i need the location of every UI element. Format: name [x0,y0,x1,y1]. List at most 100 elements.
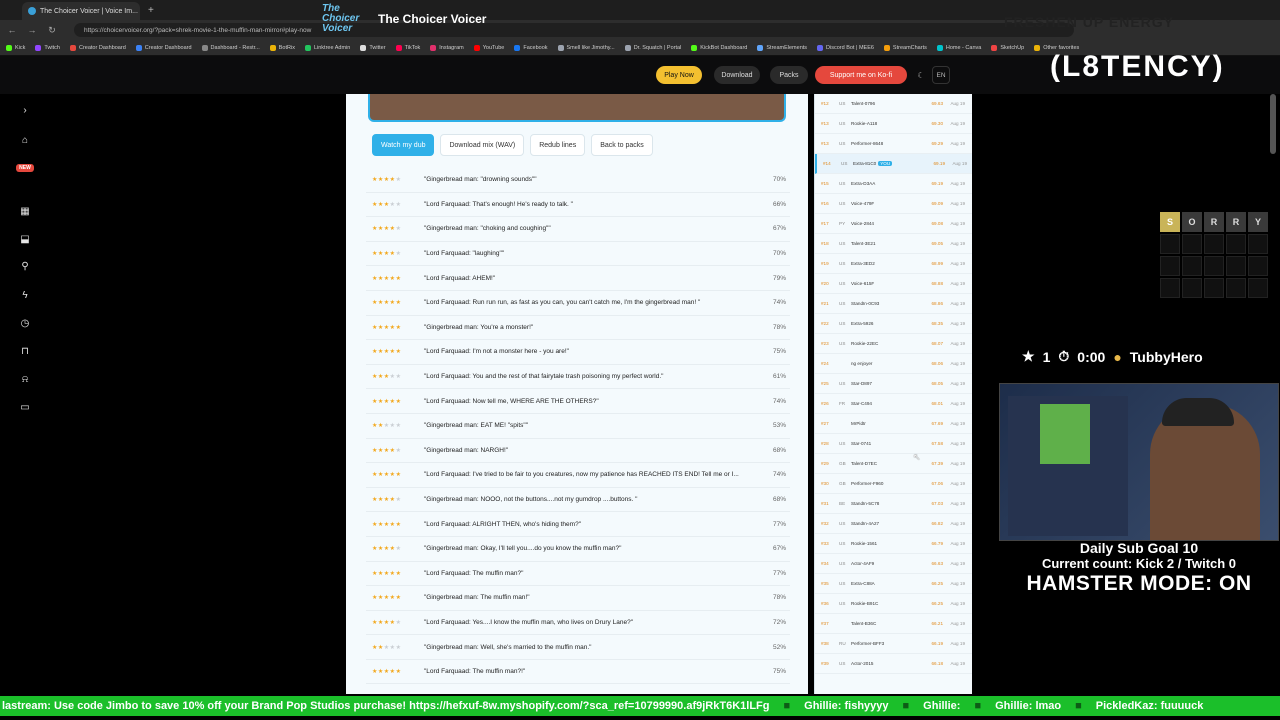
bookmark-item[interactable]: Twitter [360,44,386,51]
leaderboard-row[interactable]: #13 US Performer-8648 69.29 Aug 19 [815,134,972,154]
leaderboard-row[interactable]: #27 MrPidtr 67.69 Aug 19 [815,414,972,434]
bell-icon[interactable]: ⍾ [18,373,32,387]
home-icon[interactable]: ⌂ [18,134,32,148]
leaderboard-row[interactable]: #14 US Extra-81C0 YOU 69.19 Aug 19 [815,154,972,174]
url-field[interactable]: https://choicervoicer.org/?pack=shrek-mo… [74,23,1074,37]
grid-icon[interactable]: ▦ [18,205,32,219]
leaderboard-row[interactable]: #18 US Talent-3E21 69.05 Aug 19 [815,234,972,254]
leaderboard-row[interactable]: #30 GB Performer-F960 67.06 Aug 19 [815,474,972,494]
watch-my-dub-button[interactable]: Watch my dub [372,134,435,156]
leaderboard-row[interactable]: #35 US Extra-C88A 66.25 Aug 19 [815,574,972,594]
bookmark-item[interactable]: Instagram [430,44,464,51]
bookmark-item[interactable]: Creator Dashboard [135,44,192,51]
bookmark-item[interactable]: StreamCharts [883,44,927,51]
leaderboard-row[interactable]: #33 US Rookie-1561 66.79 Aug 19 [815,534,972,554]
bookmark-item[interactable]: Home - Canva [936,44,981,51]
leaderboard-row[interactable]: #36 US Rookie-B91C 66.25 Aug 19 [815,594,972,614]
bookmark-item[interactable]: Twitch [35,44,60,51]
bookmark-item[interactable]: Dr. Squatch | Portal [624,44,681,51]
line-row[interactable]: ★★★★★ "Gingerbread man: NOOO, not the but… [366,488,790,513]
bookmark-item[interactable]: KickBot Dashboard [691,44,747,51]
bookmark-item[interactable]: TikTok [395,44,420,51]
leaderboard-row[interactable]: #21 US StandIn-0C93 68.86 Aug 19 [815,294,972,314]
kofi-support-button[interactable]: Support me on Ko-fi [815,66,907,84]
leaderboard-row[interactable]: #28 US Star-0741 67.58 Aug 19 [815,434,972,454]
leaderboard-row[interactable]: #29 GB Talent-D7EC 67.39 Aug 19 [815,454,972,474]
line-row[interactable]: ★★★★★ "Gingerbread man: NARGH!" 68% [366,439,790,464]
bookmark-item[interactable]: Discord Bot | MEE6 [817,44,874,51]
expand-sidebar-icon[interactable]: › [18,104,32,118]
leaderboard-row[interactable]: #24 ng enjoyer 68.06 Aug 19 [815,354,972,374]
line-row[interactable]: ★★★★★ "Lord Farquaad: ALRIGHT THEN, who's… [366,512,790,537]
download-mix-button[interactable]: Download mix (WAV) [440,134,525,156]
line-row[interactable]: ★★★★★ "Lord Farquaad: AHEM!" 79% [366,266,790,291]
redub-lines-button[interactable]: Redub lines [530,134,586,156]
leaderboard-row[interactable]: #25 US Star-D897 68.05 Aug 19 [815,374,972,394]
leaderboard-row[interactable]: #23 US Rookie-22EC 68.07 Aug 19 [815,334,972,354]
packs-nav-button[interactable]: Packs [770,66,808,84]
browser-tab[interactable]: The Choicer Voicer | Voice Im... × [22,2,140,20]
line-row[interactable]: ★★★★★ "Lord Farquaad: I've tried to be fa… [366,463,790,488]
line-row[interactable]: ★★★★★ "Lord Farquaad: The muffin man?!" 75… [366,660,790,685]
leaderboard-row[interactable]: #13 US Rookie-A118 69.30 Aug 19 [815,114,972,134]
bookmark-item[interactable]: Facebook [514,44,548,51]
line-row[interactable]: ★★★★★ "Gingerbread man: Well, she's marri… [366,635,790,660]
line-row[interactable]: ★★★★★ "Lord Farquaad: Run run run, as fas… [366,291,790,316]
reload-icon[interactable]: ↻ [46,25,58,36]
line-row[interactable]: ★★★★★ "Gingerbread man: Okay, I'll tell y… [366,537,790,562]
bolt-icon[interactable]: ϟ [18,289,32,303]
leaderboard-row[interactable]: #17 PY Voice-2844 69.08 Aug 19 [815,214,972,234]
line-row[interactable]: ★★★★★ "Lord Farquaad: The muffin man?" 77% [366,562,790,587]
new-tab-icon[interactable]: + [148,5,154,16]
download-nav-button[interactable]: Download [714,66,760,84]
line-row[interactable]: ★★★★★ "Lord Farquaad: "laughing"" 70% [366,242,790,267]
forward-arrow-icon[interactable]: → [26,25,38,35]
bookmark-item[interactable]: Dashboard - Restr... [201,44,260,51]
language-selector[interactable]: EN [932,66,950,84]
site-title[interactable]: The Choicer Voicer [378,12,486,26]
leaderboard-row[interactable]: #22 US Extra-5926 68.35 Aug 19 [815,314,972,334]
leaderboard-row[interactable]: #20 US Voice-615F 68.88 Aug 19 [815,274,972,294]
play-now-button[interactable]: Play Now [656,66,702,84]
line-row[interactable]: ★★★★★ "Gingerbread man: You're a monster!… [366,316,790,341]
leaderboard-row[interactable]: #12 US Talent-0796 69.63 Aug 19 [815,94,972,114]
theme-toggle-icon[interactable]: ☾ [914,66,928,84]
history-icon[interactable]: ◷ [18,317,32,331]
bookmark-item[interactable]: BotRix [269,44,295,51]
line-row[interactable]: ★★★★★ "Lord Farquaad: I'm not a monster h… [366,340,790,365]
line-row[interactable]: ★★★★★ "Gingerbread man: "choking and coug… [366,217,790,242]
leaderboard-row[interactable]: #37 Talent-B36C 66.21 Aug 19 [815,614,972,634]
run-icon[interactable]: ⚲ [18,260,32,274]
bookmark-item[interactable]: SketchUp [991,44,1024,51]
bookmark-item[interactable]: Creator Dashboard [69,44,126,51]
inbox-icon[interactable]: ⬓ [18,233,32,247]
back-arrow-icon[interactable]: ← [6,25,18,35]
leaderboard-row[interactable]: #19 US Extra-3ED2 68.99 Aug 19 [815,254,972,274]
leaderboard-row[interactable]: #26 FR Star-C494 68.01 Aug 19 [815,394,972,414]
bookmark-item[interactable]: Smell like Jimothy... [557,44,615,51]
line-row[interactable]: ★★★★★ "Lord Farquaad: You and the rest of… [366,365,790,390]
book-icon[interactable]: ▭ [18,401,32,415]
leaderboard-row[interactable]: #39 US Actor-2015 66.18 Aug 19 [815,654,972,674]
bookmark-item[interactable]: StreamElements [757,44,807,51]
line-row[interactable]: ★★★★★ "Gingerbread man: The muffin man!" 7… [366,586,790,611]
leaderboard-row[interactable]: #34 US Actor-4AF9 66.63 Aug 19 [815,554,972,574]
leaderboard-row[interactable]: #38 RU Performer-BFF3 66.19 Aug 19 [815,634,972,654]
leaderboard-row[interactable]: #32 US StandIn-4A27 66.82 Aug 19 [815,514,972,534]
line-row[interactable]: ★★★★★ "Lord Farquaad: That's enough! He's… [366,193,790,218]
leaderboard-row[interactable]: #31 BE StandIn-5C78 67.03 Aug 19 [815,494,972,514]
line-row[interactable]: ★★★★★ "Gingerbread man: "drowning sounds"… [366,168,790,193]
page-scrollbar[interactable] [1270,94,1276,154]
leaderboard-row[interactable]: #16 US Voice-479F 69.09 Aug 19 [815,194,972,214]
leaderboard-row[interactable]: #15 US Extra-D3AA 69.19 Aug 19 [815,174,972,194]
line-row[interactable]: ★★★★★ "Lord Farquaad: Yes....I know the m… [366,611,790,636]
lock-icon[interactable]: ⊓ [18,345,32,359]
line-row[interactable]: ★★★★★ "Lord Farquaad: Now tell me, WHERE … [366,389,790,414]
bookmark-item[interactable]: Kick [6,44,25,51]
bookmark-item[interactable]: Linktree Admin [304,44,350,51]
new-badge[interactable]: NEW [16,164,34,172]
site-logo[interactable]: The Choicer Voicer [322,4,368,34]
back-to-packs-button[interactable]: Back to packs [591,134,653,156]
line-row[interactable]: ★★★★★ "Gingerbread man: EAT ME! "spits"" 5… [366,414,790,439]
bookmark-item[interactable]: YouTube [473,44,504,51]
